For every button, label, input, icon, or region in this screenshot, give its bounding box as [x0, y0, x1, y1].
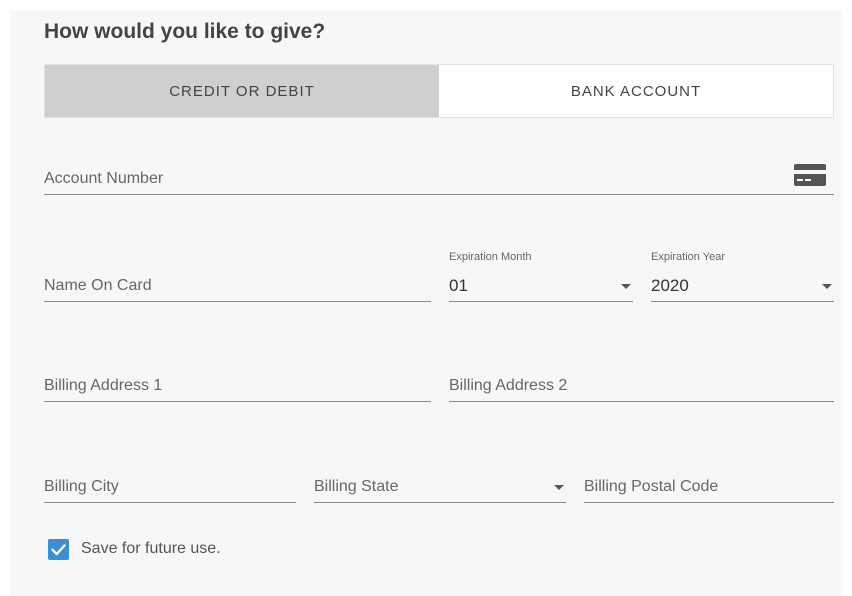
expiration-month-value: 01	[449, 276, 468, 295]
billing-state-select[interactable]: Billing State	[314, 456, 566, 503]
tab-bank-account[interactable]: BANK ACCOUNT	[439, 65, 833, 117]
name-on-card-placeholder: Name On Card	[44, 277, 152, 294]
chevron-down-icon	[822, 284, 832, 289]
save-for-future-checkbox[interactable]	[48, 539, 69, 560]
expiration-month-select[interactable]: Expiration Month 01	[449, 251, 633, 302]
name-on-card-field[interactable]: Name On Card	[44, 250, 431, 302]
checkmark-icon	[51, 544, 66, 556]
credit-card-icon	[794, 164, 826, 186]
expiration-year-value: 2020	[651, 276, 689, 295]
account-number-placeholder: Account Number	[44, 170, 164, 187]
billing-postal-code-placeholder: Billing Postal Code	[584, 478, 719, 495]
save-for-future-label: Save for future use.	[81, 540, 221, 557]
billing-address-1-field[interactable]: Billing Address 1	[44, 355, 431, 402]
expiration-month-label: Expiration Month	[449, 251, 532, 263]
account-number-field[interactable]: Account Number	[44, 150, 834, 195]
payment-method-tabs: CREDIT OR DEBIT BANK ACCOUNT	[44, 64, 834, 118]
billing-address-2-placeholder: Billing Address 2	[449, 377, 568, 394]
billing-city-field[interactable]: Billing City	[44, 456, 296, 503]
billing-city-placeholder: Billing City	[44, 478, 119, 495]
tab-credit-or-debit[interactable]: CREDIT OR DEBIT	[45, 65, 439, 117]
chevron-down-icon	[621, 284, 631, 289]
expiration-year-label: Expiration Year	[651, 251, 725, 263]
billing-postal-code-field[interactable]: Billing Postal Code	[584, 456, 834, 503]
chevron-down-icon	[554, 485, 564, 490]
billing-address-1-placeholder: Billing Address 1	[44, 377, 163, 394]
billing-address-2-field[interactable]: Billing Address 2	[449, 355, 834, 402]
billing-state-placeholder: Billing State	[314, 478, 399, 495]
expiration-year-select[interactable]: Expiration Year 2020	[651, 251, 834, 302]
page-title: How would you like to give?	[44, 20, 326, 43]
